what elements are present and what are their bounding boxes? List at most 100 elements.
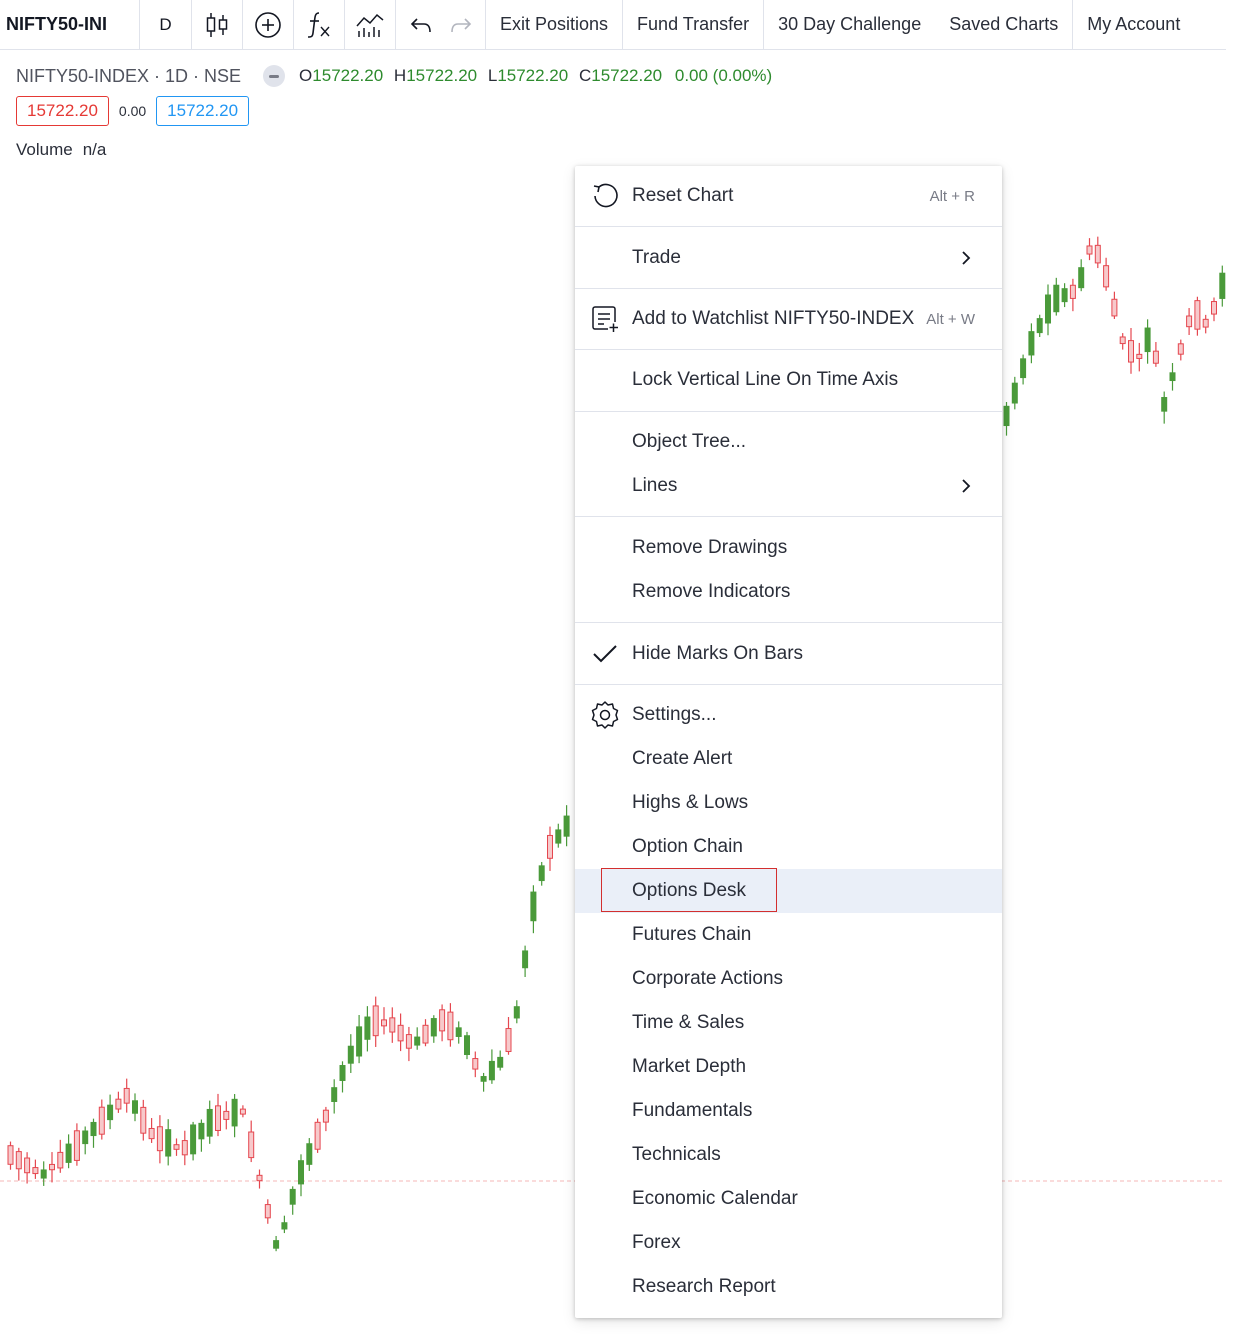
- open-value: 15722.20: [312, 66, 384, 85]
- candle: [1020, 354, 1027, 385]
- low-label: L: [487, 66, 498, 85]
- menu-separator: [575, 516, 1002, 517]
- legend-symbol[interactable]: NIFTY50-INDEX · 1D · NSE: [16, 66, 241, 87]
- collapse-legend-icon[interactable]: [263, 65, 286, 87]
- menu-item-lines[interactable]: Lines: [575, 464, 1002, 508]
- candle: [488, 1049, 495, 1084]
- menu-item-options-desk[interactable]: Options Desk: [575, 869, 1002, 913]
- menu-item-object-tree[interactable]: Object Tree...: [575, 420, 1002, 464]
- candle: [1211, 297, 1217, 322]
- indicators-button[interactable]: [294, 0, 345, 50]
- candle: [206, 1100, 213, 1144]
- exit-positions-button[interactable]: Exit Positions: [486, 0, 624, 50]
- candle: [356, 1015, 363, 1064]
- saved-charts-button[interactable]: Saved Charts: [935, 0, 1074, 50]
- redo-icon[interactable]: [450, 16, 472, 34]
- candle: [389, 1007, 396, 1043]
- interval-button[interactable]: D: [140, 0, 192, 50]
- candle: [132, 1093, 138, 1122]
- candle: [298, 1154, 304, 1197]
- menu-item-highs-lows[interactable]: Highs & Lows: [575, 781, 1002, 825]
- volume-value: n/a: [82, 140, 107, 159]
- sell-price-button[interactable]: 15722.20: [16, 96, 109, 126]
- candle: [1086, 238, 1093, 261]
- menu-item-label: Research Report: [632, 1276, 776, 1297]
- menu-item-market-depth[interactable]: Market Depth: [575, 1045, 1002, 1089]
- menu-item-option-chain[interactable]: Option Chain: [575, 825, 1002, 869]
- buy-price-button[interactable]: 15722.20: [156, 96, 250, 126]
- close-label: C: [578, 66, 592, 85]
- menu-item-corporate-actions[interactable]: Corporate Actions: [575, 957, 1002, 1001]
- high-label: H: [393, 66, 407, 85]
- menu-item-trade[interactable]: Trade: [575, 236, 1002, 280]
- candle: [405, 1026, 412, 1062]
- menu-item-forex[interactable]: Forex: [575, 1221, 1002, 1265]
- indicator-chart-icon: [356, 13, 384, 37]
- watchlist-add-icon: [589, 303, 621, 335]
- day-challenge-button[interactable]: 30 Day Challenge: [764, 0, 935, 50]
- candle: [123, 1078, 130, 1113]
- undo-icon[interactable]: [410, 16, 432, 34]
- candle: [1128, 328, 1134, 374]
- candle: [140, 1099, 147, 1141]
- menu-item-label: Corporate Actions: [632, 968, 784, 989]
- candle: [281, 1215, 288, 1234]
- menu-item-time-sales[interactable]: Time & Sales: [575, 1001, 1002, 1045]
- menu-separator: [575, 622, 1002, 623]
- add-circle-icon: [255, 11, 281, 38]
- compare-button[interactable]: [243, 0, 294, 50]
- menu-item-remove-drawings[interactable]: Remove Drawings: [575, 526, 1002, 570]
- menu-item-technicals[interactable]: Technicals: [575, 1133, 1002, 1177]
- my-account-button[interactable]: My Account: [1073, 0, 1194, 50]
- menu-separator: [575, 684, 1002, 685]
- menu-item-shortcut: Alt + R: [929, 187, 975, 205]
- candle: [1152, 342, 1159, 367]
- candle: [98, 1099, 105, 1140]
- menu-separator: [575, 288, 1002, 289]
- menu-item-hide-marks-on-bars[interactable]: Hide Marks On Bars: [575, 632, 1002, 676]
- menu-item-create-alert[interactable]: Create Alert: [575, 737, 1002, 781]
- menu-separator: [575, 411, 1002, 412]
- candle: [1169, 362, 1176, 391]
- menu-item-label: Market Depth: [632, 1056, 747, 1077]
- candle: [464, 1031, 470, 1060]
- candle: [1161, 391, 1168, 424]
- templates-button[interactable]: [345, 0, 396, 50]
- menu-item-fundamentals[interactable]: Fundamentals: [575, 1089, 1002, 1133]
- candle: [339, 1061, 346, 1093]
- menu-item-economic-calendar[interactable]: Economic Calendar: [575, 1177, 1002, 1221]
- candle: [215, 1093, 221, 1137]
- candle: [1103, 257, 1110, 291]
- candle: [372, 996, 379, 1047]
- candle: [198, 1119, 205, 1152]
- menu-item-label: Time & Sales: [632, 1012, 745, 1033]
- candle: [248, 1120, 255, 1163]
- candle: [1136, 342, 1143, 372]
- symbol-search-button[interactable]: NIFTY50-INI: [0, 0, 140, 50]
- candle: [24, 1152, 31, 1184]
- candles-icon: [206, 12, 228, 37]
- candle: [505, 1017, 512, 1055]
- menu-item-remove-indicators[interactable]: Remove Indicators: [575, 570, 1002, 614]
- candle: [7, 1141, 14, 1170]
- menu-item-settings[interactable]: Settings...: [575, 693, 1002, 737]
- chart-type-button[interactable]: [192, 0, 243, 50]
- candle: [223, 1101, 230, 1130]
- menu-item-research-report[interactable]: Research Report: [575, 1265, 1002, 1309]
- candle: [1078, 259, 1085, 292]
- menu-item-futures-chain[interactable]: Futures Chain: [575, 913, 1002, 957]
- fund-transfer-button[interactable]: Fund Transfer: [623, 0, 765, 50]
- candle: [256, 1169, 263, 1189]
- candle: [1045, 284, 1051, 336]
- candle: [1111, 291, 1118, 319]
- menu-item-reset-chart[interactable]: Reset Chart Alt + R: [575, 174, 1002, 218]
- candle: [148, 1118, 155, 1143]
- candle: [497, 1050, 504, 1071]
- menu-item-lock-vertical-line-on-time-axis[interactable]: Lock Vertical Line On Time Axis: [575, 358, 1002, 402]
- candle: [1036, 314, 1043, 338]
- candle: [530, 885, 537, 934]
- candle: [414, 1027, 421, 1050]
- menu-item-add-to-watchlist-nifty50-index[interactable]: Add to Watchlist NIFTY50-INDEX Alt + W: [575, 297, 1002, 341]
- candle: [49, 1152, 55, 1183]
- top-toolbar: NIFTY50-INI D Exit Positions Fund Transf…: [0, 0, 1226, 50]
